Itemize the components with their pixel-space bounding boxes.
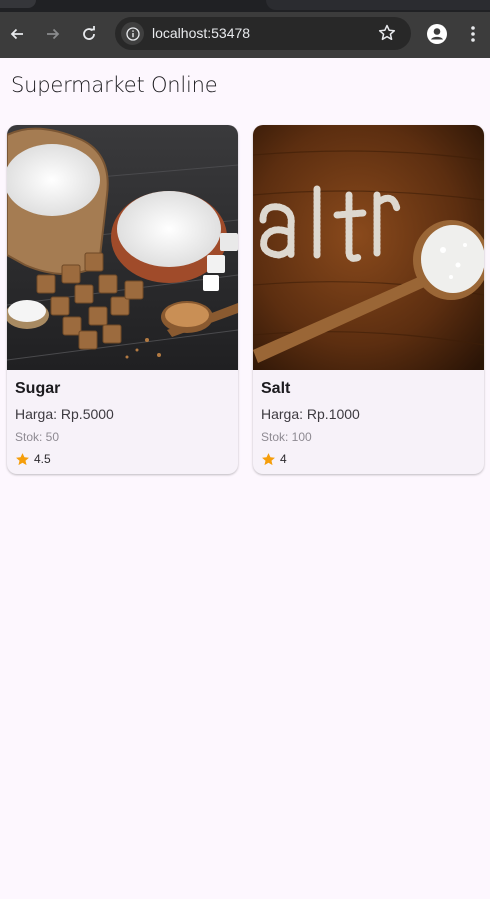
- browser-toolbar: localhost:53478: [0, 12, 490, 58]
- product-card-salt[interactable]: Salt Harga: Rp.1000 Stok: 100 4: [253, 125, 484, 474]
- product-rating: 4: [261, 451, 287, 467]
- menu-icon[interactable]: [461, 22, 485, 46]
- product-stock: Stok: 50: [15, 430, 60, 444]
- product-name: Sugar: [15, 380, 61, 397]
- product-price: Harga: Rp.1000: [261, 406, 360, 422]
- product-rating: 4.5: [15, 451, 51, 467]
- reload-icon[interactable]: [77, 22, 101, 46]
- sugar-photo: [7, 125, 238, 370]
- rating-value: 4: [280, 452, 287, 466]
- product-name: Salt: [261, 380, 291, 397]
- bookmark-star-icon[interactable]: [377, 23, 397, 43]
- back-icon[interactable]: [5, 22, 29, 46]
- rating-value: 4.5: [34, 452, 51, 466]
- page-title: Supermarket Online: [11, 73, 218, 97]
- site-info-icon[interactable]: [121, 22, 144, 45]
- product-stock: Stok: 100: [261, 430, 312, 444]
- profile-icon[interactable]: [425, 22, 449, 46]
- star-icon: [16, 452, 29, 465]
- address-bar[interactable]: localhost:53478: [115, 17, 411, 50]
- browser-tabstrip: [0, 0, 490, 12]
- salt-photo: [253, 125, 484, 370]
- product-card-sugar[interactable]: Sugar Harga: Rp.5000 Stok: 50 4.5: [7, 125, 238, 474]
- tab[interactable]: [266, 0, 490, 10]
- star-icon: [262, 452, 275, 465]
- product-price: Harga: Rp.5000: [15, 406, 114, 422]
- forward-icon[interactable]: [41, 22, 65, 46]
- tab[interactable]: [0, 0, 36, 8]
- url-text[interactable]: localhost:53478: [152, 25, 250, 41]
